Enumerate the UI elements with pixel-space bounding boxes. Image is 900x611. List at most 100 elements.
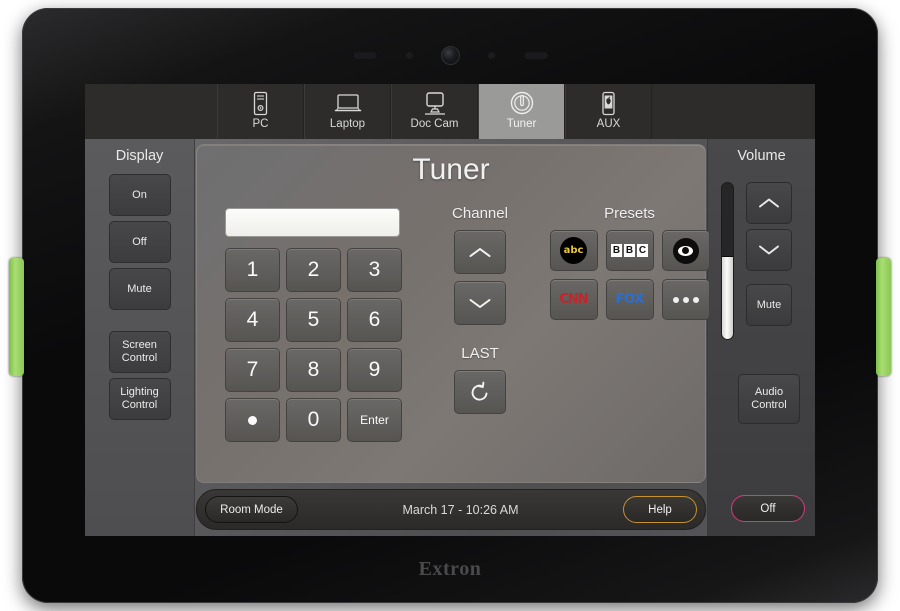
audio-control-button[interactable]: Audio Control — [738, 374, 800, 424]
display-on-button[interactable]: On — [108, 174, 171, 216]
preset-abc-button[interactable]: abc — [549, 230, 598, 271]
audio-control-line1: Audio — [754, 386, 784, 399]
chevron-down-icon — [758, 244, 780, 256]
presets-section-title: Presets — [604, 205, 655, 222]
system-off-button[interactable]: Off — [731, 495, 805, 522]
source-tab-label: Doc Cam — [410, 118, 459, 130]
volume-rail-title: Volume — [737, 148, 786, 164]
abc-logo-icon: abc — [560, 237, 587, 264]
key-dot[interactable] — [225, 398, 280, 442]
power-knob-icon — [509, 88, 535, 118]
key-9[interactable]: 9 — [347, 348, 402, 392]
chevron-down-icon — [468, 297, 492, 310]
presets-grid: abc B B C CNN FOX — [542, 230, 717, 320]
screen-control-line2: Control — [121, 352, 158, 364]
status-datetime: March 17 - 10:26 AM — [402, 502, 519, 517]
status-bar: Room Mode March 17 - 10:26 AM Help Off — [196, 489, 805, 530]
preset-more-button[interactable] — [661, 279, 710, 320]
tuner-panel: Tuner 1 2 3 4 5 6 7 8 9 0 Enter Channel … — [196, 144, 710, 483]
source-tab-pc[interactable]: PC — [217, 84, 304, 139]
volume-down-button[interactable] — [746, 229, 792, 271]
volume-cluster: Mute Audio Control — [708, 174, 815, 424]
bbc-letter: B — [624, 244, 635, 257]
top-bezel-hardware — [22, 44, 878, 66]
preset-cnn-button[interactable]: CNN — [549, 279, 598, 320]
display-mute-button[interactable]: Mute — [108, 268, 171, 310]
source-selection-bar: PC Laptop Doc Cam Tuner AUX — [85, 84, 815, 139]
key-1[interactable]: 1 — [225, 248, 280, 292]
screen-control-line1: Screen — [122, 339, 157, 352]
screen-control-button[interactable]: Screen Control — [108, 331, 171, 373]
source-tab-doc-cam[interactable]: Doc Cam — [391, 84, 478, 139]
source-tab-laptop[interactable]: Laptop — [304, 84, 391, 139]
chevron-up-icon — [758, 197, 780, 209]
channel-up-button[interactable] — [454, 230, 506, 274]
bbc-letter: B — [611, 244, 622, 257]
preset-cbs-button[interactable] — [661, 230, 710, 271]
audio-control-line2: Control — [751, 399, 787, 411]
display-control-rail: Display On Off Mute Screen Control Light… — [85, 139, 195, 536]
cbs-eye-logo-icon — [672, 237, 699, 264]
presets-section: Presets abc B B C CNN FOX — [542, 205, 717, 320]
document-camera-icon — [422, 88, 448, 118]
screen-content: Display On Off Mute Screen Control Light… — [85, 139, 815, 536]
key-enter[interactable]: Enter — [347, 398, 402, 442]
page-title: Tuner — [412, 153, 490, 186]
help-button[interactable]: Help — [623, 496, 697, 523]
key-6[interactable]: 6 — [347, 298, 402, 342]
preset-fox-button[interactable]: FOX — [605, 279, 654, 320]
preset-bbc-button[interactable]: B B C — [605, 230, 654, 271]
room-mode-button[interactable]: Room Mode — [205, 496, 298, 523]
source-tab-label: Laptop — [329, 118, 366, 130]
numeric-keypad: 1 2 3 4 5 6 7 8 9 0 Enter — [225, 248, 407, 442]
source-tab-label: PC — [252, 118, 269, 130]
chevron-up-icon — [468, 246, 492, 259]
lighting-control-button[interactable]: Lighting Control — [108, 378, 171, 420]
source-tab-label: Tuner — [506, 118, 537, 130]
side-tab-right — [876, 258, 891, 376]
side-tab-left — [9, 258, 24, 376]
channel-entry-field[interactable] — [225, 208, 400, 237]
mobile-device-icon — [600, 88, 617, 118]
front-camera-icon — [440, 45, 460, 65]
laptop-icon — [334, 88, 362, 118]
key-4[interactable]: 4 — [225, 298, 280, 342]
channel-section-title: Channel — [452, 205, 508, 222]
display-rail-title: Display — [115, 148, 164, 164]
source-bar-left-pad — [85, 84, 217, 139]
fox-logo-icon: FOX — [615, 292, 645, 307]
off-button-wrap: Off — [731, 495, 805, 522]
volume-mute-button[interactable]: Mute — [746, 284, 792, 326]
lighting-control-line2: Control — [121, 399, 158, 411]
channel-down-button[interactable] — [454, 281, 506, 325]
source-tab-aux[interactable]: AUX — [565, 84, 652, 139]
volume-up-button[interactable] — [746, 182, 792, 224]
touch-screen: PC Laptop Doc Cam Tuner AUX Display On O… — [85, 84, 815, 536]
display-off-button[interactable]: Off — [108, 221, 171, 263]
volume-slider[interactable] — [721, 182, 734, 340]
key-8[interactable]: 8 — [286, 348, 341, 392]
key-2[interactable]: 2 — [286, 248, 341, 292]
bbc-letter: C — [637, 244, 648, 257]
source-tab-tuner[interactable]: Tuner — [478, 84, 565, 139]
touch-panel-device: Extron PC Laptop Doc Cam Tuner AUX Displ… — [9, 8, 891, 603]
key-7[interactable]: 7 — [225, 348, 280, 392]
last-section-title: LAST — [461, 345, 499, 362]
bbc-logo-icon: B B C — [611, 244, 648, 257]
sensor-dot-left-icon — [405, 51, 413, 59]
last-channel-button[interactable] — [454, 370, 506, 414]
lighting-control-line1: Lighting — [120, 386, 159, 399]
cnn-logo-icon: CNN — [559, 292, 588, 307]
channel-section: Channel LAST — [425, 205, 535, 421]
source-tab-label: AUX — [596, 118, 621, 130]
rotate-counterclockwise-icon — [468, 380, 492, 404]
key-3[interactable]: 3 — [347, 248, 402, 292]
brand-logo: Extron — [418, 558, 482, 580]
volume-control-rail: Volume Mute Audio Control — [707, 139, 815, 536]
key-0[interactable]: 0 — [286, 398, 341, 442]
sensor-dot-right-icon — [487, 51, 495, 59]
key-5[interactable]: 5 — [286, 298, 341, 342]
volume-slider-fill — [722, 256, 733, 339]
keypad-area: 1 2 3 4 5 6 7 8 9 0 Enter — [225, 208, 407, 442]
desktop-tower-icon — [252, 88, 269, 118]
